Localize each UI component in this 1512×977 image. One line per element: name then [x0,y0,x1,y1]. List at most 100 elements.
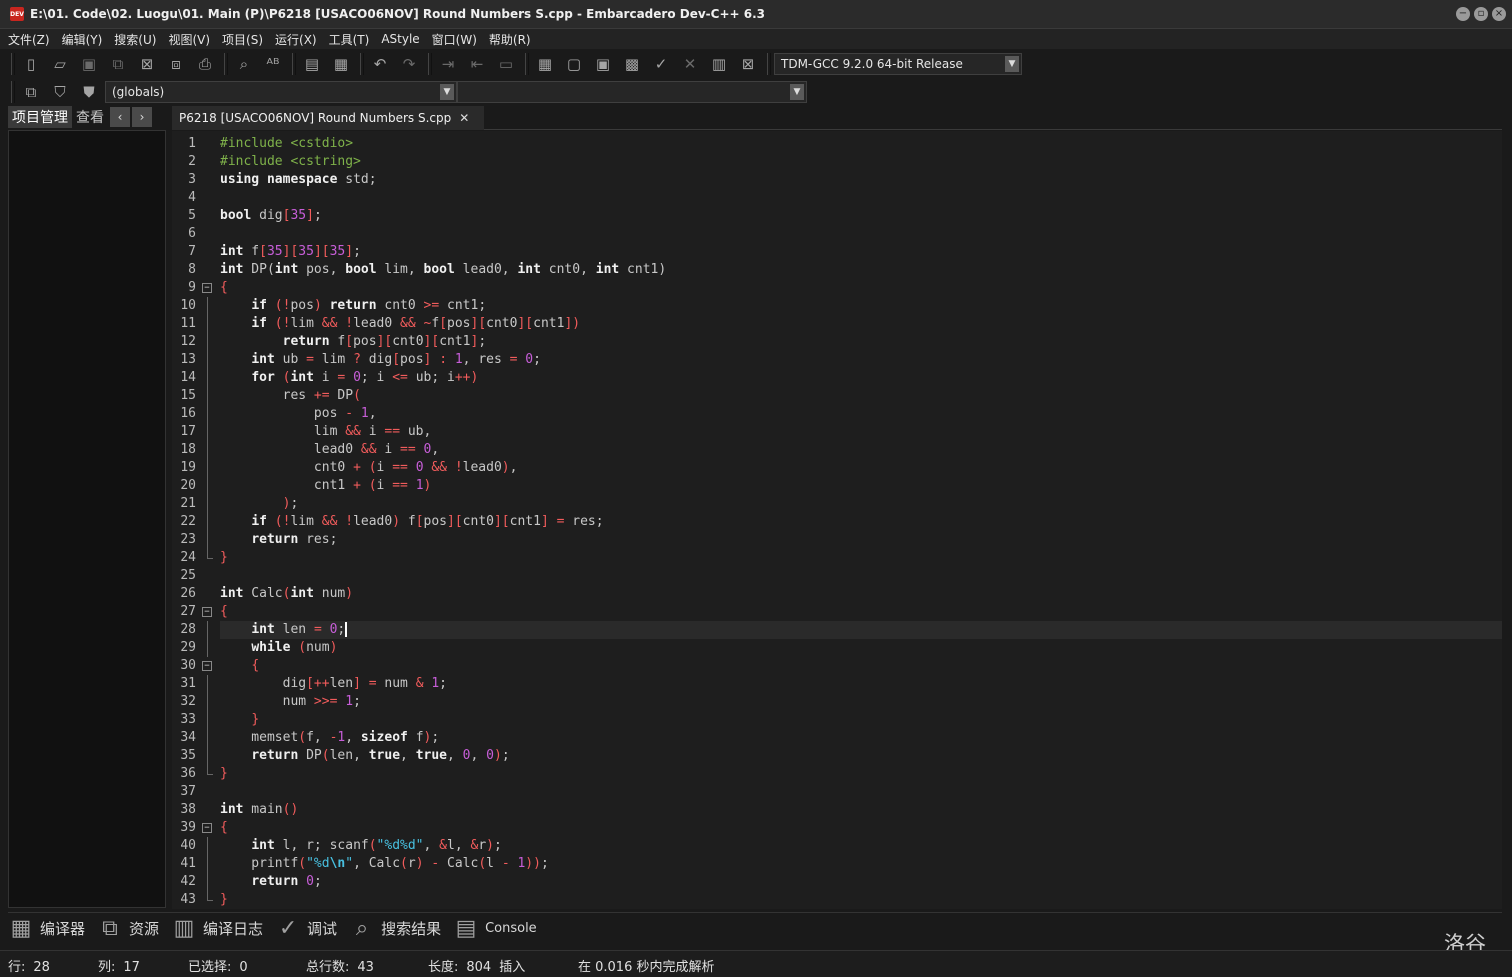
tab-resources[interactable]: ⧉ 资源 [97,916,159,941]
fold-toggle-icon[interactable]: − [202,823,212,833]
menu-file[interactable]: 文件(Z) [8,31,50,48]
line-number: 33 [180,712,196,727]
line-number: 27 [180,604,196,619]
tab-view[interactable]: 查看 [72,106,108,128]
goto-line-icon[interactable]: ▤ [299,52,325,76]
tab-debug[interactable]: ✓ 调试 [275,916,337,941]
goto-bookmark-icon[interactable]: ⛊ [76,80,102,104]
code-line: 17 lim && i == ub, [180,423,1502,441]
code-line: 3 using namespace std; [188,171,1502,189]
menu-run[interactable]: 运行(X) [275,31,317,48]
rebuild-all-icon[interactable]: ▩ [619,52,645,76]
redo-icon[interactable]: ↷ [396,52,422,76]
open-folder-icon[interactable]: ▱ [47,52,73,76]
line-number: 25 [180,568,196,583]
code-line: 25 [180,567,1502,585]
line-number: 4 [188,190,196,205]
tab-resources-label: 资源 [129,920,160,938]
compiler-select[interactable]: TDM-GCC 9.2.0 64-bit Release ▼ [774,53,1022,75]
status-length: 长度: 804 插入 [428,956,525,975]
chevron-down-icon[interactable]: ▼ [1005,56,1019,72]
new-file-icon[interactable]: ▯ [18,52,44,76]
unindent-icon[interactable]: ⇤ [464,52,490,76]
code-line: 13 int ub = lim ? dig[pos] : 1, res = 0; [180,351,1502,369]
line-number: 35 [180,748,196,763]
line-number: 10 [180,298,196,313]
status-selected: 已选择: 0 [188,956,248,975]
menu-view[interactable]: 视图(V) [168,31,210,48]
menu-help[interactable]: 帮助(R) [489,31,531,48]
code-line: 38 int main() [180,801,1502,819]
line-number: 36 [180,766,196,781]
minimize-button[interactable]: − [1456,7,1470,21]
fold-toggle-icon[interactable]: − [202,283,212,293]
print-icon[interactable]: ⎙ [192,52,218,76]
profile-icon[interactable]: ▥ [706,52,732,76]
syntax-check-icon[interactable]: ✓ [648,52,674,76]
compiler-icon: ▦ [10,916,32,941]
toolbar-separator [525,53,529,75]
close-button[interactable]: × [1492,7,1506,21]
menu-window[interactable]: 窗口(W) [432,31,477,48]
tab-scroll-left-button[interactable]: ‹ [110,107,130,127]
code-line: 36} [180,765,1502,783]
save-icon[interactable]: ▣ [76,52,102,76]
toggle-bookmark-icon[interactable]: ⛉ [47,80,73,104]
code-area[interactable]: 1 #include <cstdio> 2 #include <cstring> 3… [180,135,1502,909]
compile-log-icon: ▥ [173,916,195,941]
indent-icon[interactable]: ⇥ [435,52,461,76]
editor-tab-file[interactable]: P6218 [USACO06NOV] Round Numbers S.cpp ✕ [172,106,484,130]
menu-tools[interactable]: 工具(T) [329,31,370,48]
fold-toggle-icon[interactable]: − [202,607,212,617]
find-icon[interactable]: ⌕ [231,52,257,76]
tab-compiler-label: 编译器 [40,920,86,938]
line-number: 20 [180,478,196,493]
undo-icon[interactable]: ↶ [367,52,393,76]
resources-icon: ⧉ [102,916,118,941]
code-line: 41 printf("%d\n", Calc(r) - Calc(l - 1))… [180,855,1502,873]
code-line: 27−{ [180,603,1502,621]
console-icon: ▤ [455,916,477,941]
scope-select[interactable]: (globals) ▼ [105,81,457,103]
restore-button[interactable]: ▫ [1474,7,1488,21]
tab-scroll-right-button[interactable]: › [132,107,152,127]
status-total-value: 43 [357,960,374,975]
insert-snippet-icon[interactable]: ⧉ [18,80,44,104]
comment-icon[interactable]: ▭ [493,52,519,76]
bookmark-toggle-icon[interactable]: ▦ [328,52,354,76]
compile-icon[interactable]: ▦ [532,52,558,76]
window-controls: − ▫ × [1456,7,1506,21]
menu-astyle[interactable]: AStyle [381,32,419,46]
project-tree-panel[interactable] [8,130,166,908]
status-length-label: 长度: [428,960,459,975]
menu-search[interactable]: 搜索(U) [114,31,156,48]
chevron-down-icon[interactable]: ▼ [790,84,804,100]
stop-execution-icon[interactable]: ✕ [677,52,703,76]
run-icon[interactable]: ▢ [561,52,587,76]
compile-run-icon[interactable]: ▣ [590,52,616,76]
replace-icon[interactable]: ᴬᴮ [260,52,286,76]
save-all-icon[interactable]: ⧉ [105,52,131,76]
menu-edit[interactable]: 编辑(Y) [62,31,103,48]
menu-project[interactable]: 项目(S) [222,31,263,48]
line-number: 7 [188,244,196,259]
member-select[interactable]: ▼ [457,81,807,103]
tab-project-manager[interactable]: 项目管理 [8,106,72,128]
chevron-down-icon[interactable]: ▼ [440,84,454,100]
code-line: 19 cnt0 + (i == 0 && !lead0), [180,459,1502,477]
line-number: 31 [180,676,196,691]
close-all-icon[interactable]: ⧈ [163,52,189,76]
code-line: 16 pos - 1, [180,405,1502,423]
fold-toggle-icon[interactable]: − [202,661,212,671]
code-editor[interactable]: 1 #include <cstdio> 2 #include <cstring> 3… [172,131,1502,909]
tab-console[interactable]: ▤ Console [453,916,537,941]
tab-search-results[interactable]: ⌕ 搜索结果 [349,916,441,941]
title-bar: DEV E:\01. Code\02. Luogu\01. Main (P)\P… [0,0,1512,29]
delete-profile-icon[interactable]: ⊠ [735,52,761,76]
close-icon[interactable]: ✕ [459,111,469,125]
tab-compiler[interactable]: ▦ 编译器 [8,916,85,941]
tab-search-results-label: 搜索结果 [381,920,442,938]
tab-compile-log[interactable]: ▥ 编译日志 [171,916,263,941]
close-file-icon[interactable]: ⊠ [134,52,160,76]
line-number: 16 [180,406,196,421]
